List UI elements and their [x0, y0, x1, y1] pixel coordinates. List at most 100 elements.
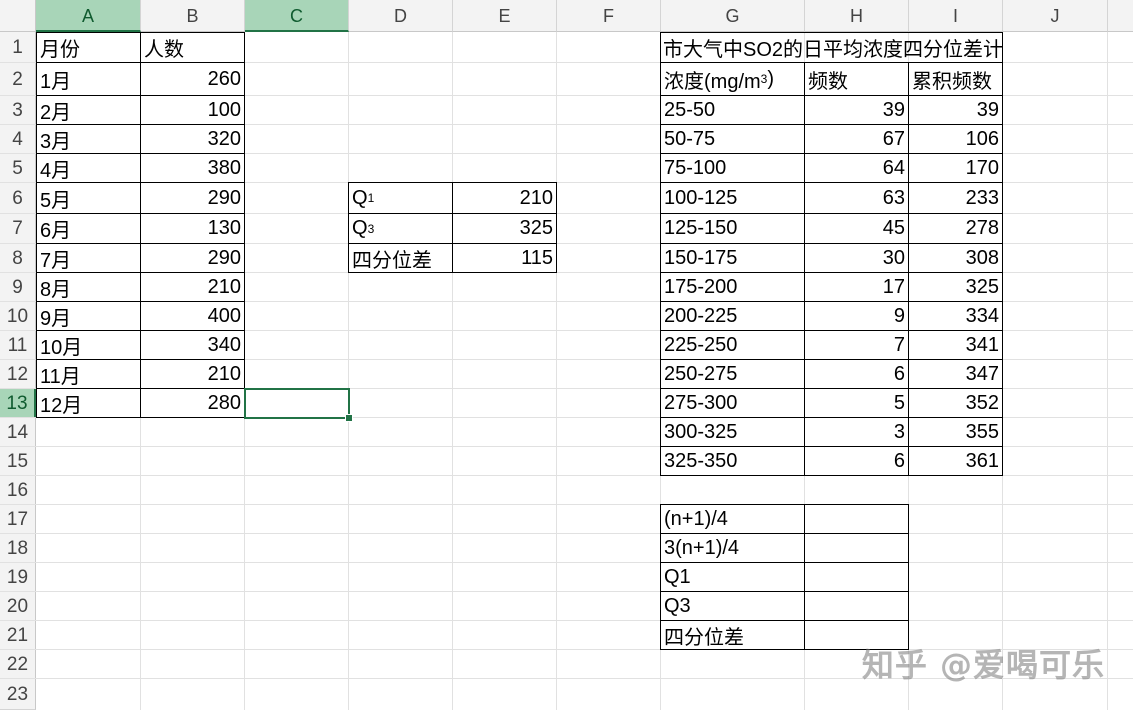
cell-h18[interactable]	[804, 533, 909, 563]
row-header-11[interactable]: 11	[0, 331, 36, 360]
cell-a2[interactable]: 1月	[36, 62, 141, 96]
cell-b9[interactable]: 210	[140, 272, 245, 302]
cell-h12[interactable]: 6	[804, 359, 909, 389]
cell-g18[interactable]: 3(n+1)/4	[660, 533, 805, 563]
cell-a7[interactable]: 6月	[36, 213, 141, 244]
cell-a12[interactable]: 11月	[36, 359, 141, 389]
row-header-9[interactable]: 9	[0, 273, 36, 302]
cell-e8[interactable]: 115	[452, 243, 557, 273]
row-header-2[interactable]: 2	[0, 63, 36, 96]
col-header-j[interactable]: J	[1003, 0, 1108, 32]
cell-b1[interactable]: 人数	[140, 32, 245, 63]
cell-g3[interactable]: 25-50	[660, 95, 805, 125]
col-header-b[interactable]: B	[141, 0, 245, 32]
row-header-7[interactable]: 7	[0, 214, 36, 244]
cell-a1[interactable]: 月份	[36, 32, 141, 63]
cell-b4[interactable]: 320	[140, 124, 245, 154]
cell-d6[interactable]: Q1	[348, 182, 453, 214]
cell-g12[interactable]: 250-275	[660, 359, 805, 389]
cell-g20[interactable]: Q3	[660, 591, 805, 621]
row-header-16[interactable]: 16	[0, 476, 36, 505]
cell-a13[interactable]: 12月	[36, 388, 141, 418]
col-header-c[interactable]: C	[245, 0, 349, 32]
cell-i11[interactable]: 341	[908, 330, 1003, 360]
cell-g19[interactable]: Q1	[660, 562, 805, 592]
cell-g13[interactable]: 275-300	[660, 388, 805, 418]
cell-h10[interactable]: 9	[804, 301, 909, 331]
cell-g11[interactable]: 225-250	[660, 330, 805, 360]
active-cell-c13[interactable]	[244, 388, 350, 419]
cell-i6[interactable]: 233	[908, 182, 1003, 214]
cell-d7[interactable]: Q3	[348, 213, 453, 244]
cell-a6[interactable]: 5月	[36, 182, 141, 214]
cell-a3[interactable]: 2月	[36, 95, 141, 125]
row-header-18[interactable]: 18	[0, 534, 36, 563]
cell-b13[interactable]: 280	[140, 388, 245, 418]
cell-d8[interactable]: 四分位差	[348, 243, 453, 273]
cell-g17[interactable]: (n+1)/4	[660, 504, 805, 534]
cell-b8[interactable]: 290	[140, 243, 245, 273]
cell-b3[interactable]: 100	[140, 95, 245, 125]
cell-h20[interactable]	[804, 591, 909, 621]
col-header-e[interactable]: E	[453, 0, 557, 32]
cell-h9[interactable]: 17	[804, 272, 909, 302]
row-header-19[interactable]: 19	[0, 563, 36, 592]
row-header-21[interactable]: 21	[0, 621, 36, 650]
cell-g14[interactable]: 300-325	[660, 417, 805, 447]
cell-b10[interactable]: 400	[140, 301, 245, 331]
col-header-d[interactable]: D	[349, 0, 453, 32]
cell-i12[interactable]: 347	[908, 359, 1003, 389]
cell-i8[interactable]: 308	[908, 243, 1003, 273]
select-all-corner[interactable]	[0, 0, 36, 32]
row-header-14[interactable]: 14	[0, 418, 36, 447]
col-header-i[interactable]: I	[909, 0, 1003, 32]
cell-a9[interactable]: 8月	[36, 272, 141, 302]
cell-g7[interactable]: 125-150	[660, 213, 805, 244]
cell-h5[interactable]: 64	[804, 153, 909, 183]
cell-g21[interactable]: 四分位差	[660, 620, 805, 650]
cell-i4[interactable]: 106	[908, 124, 1003, 154]
cell-h15[interactable]: 6	[804, 446, 909, 476]
row-header-1[interactable]: 1	[0, 32, 36, 63]
cell-h14[interactable]: 3	[804, 417, 909, 447]
cell-i13[interactable]: 352	[908, 388, 1003, 418]
cell-g8[interactable]: 150-175	[660, 243, 805, 273]
cell-i2[interactable]: 累积频数	[908, 62, 1003, 96]
cell-a10[interactable]: 9月	[36, 301, 141, 331]
row-header-3[interactable]: 3	[0, 96, 36, 125]
cell-h7[interactable]: 45	[804, 213, 909, 244]
cell-i10[interactable]: 334	[908, 301, 1003, 331]
cell-e7[interactable]: 325	[452, 213, 557, 244]
cell-e6[interactable]: 210	[452, 182, 557, 214]
cell-g1-title[interactable]: 市大气中SO2的日平均浓度四分位差计	[660, 32, 1003, 63]
col-header-k[interactable]	[1108, 0, 1133, 32]
fill-handle[interactable]	[345, 414, 353, 422]
spreadsheet[interactable]: A B C D E F G H I J 1 2 3 4 5 6 7 8 9 10…	[0, 0, 1133, 710]
row-header-23[interactable]: 23	[0, 679, 36, 710]
cell-g9[interactable]: 175-200	[660, 272, 805, 302]
cell-g15[interactable]: 325-350	[660, 446, 805, 476]
cell-b12[interactable]: 210	[140, 359, 245, 389]
cell-i7[interactable]: 278	[908, 213, 1003, 244]
cell-h3[interactable]: 39	[804, 95, 909, 125]
cell-a11[interactable]: 10月	[36, 330, 141, 360]
row-header-6[interactable]: 6	[0, 183, 36, 214]
cell-h19[interactable]	[804, 562, 909, 592]
row-header-17[interactable]: 17	[0, 505, 36, 534]
row-header-13[interactable]: 13	[0, 389, 36, 418]
col-header-h[interactable]: H	[805, 0, 909, 32]
cell-g5[interactable]: 75-100	[660, 153, 805, 183]
cell-h8[interactable]: 30	[804, 243, 909, 273]
cell-a8[interactable]: 7月	[36, 243, 141, 273]
cell-b5[interactable]: 380	[140, 153, 245, 183]
row-header-8[interactable]: 8	[0, 244, 36, 273]
cell-h13[interactable]: 5	[804, 388, 909, 418]
cell-g6[interactable]: 100-125	[660, 182, 805, 214]
cell-h4[interactable]: 67	[804, 124, 909, 154]
row-header-10[interactable]: 10	[0, 302, 36, 331]
col-header-a[interactable]: A	[36, 0, 141, 32]
cell-h6[interactable]: 63	[804, 182, 909, 214]
cell-i3[interactable]: 39	[908, 95, 1003, 125]
row-header-4[interactable]: 4	[0, 125, 36, 154]
cell-h2[interactable]: 频数	[804, 62, 909, 96]
